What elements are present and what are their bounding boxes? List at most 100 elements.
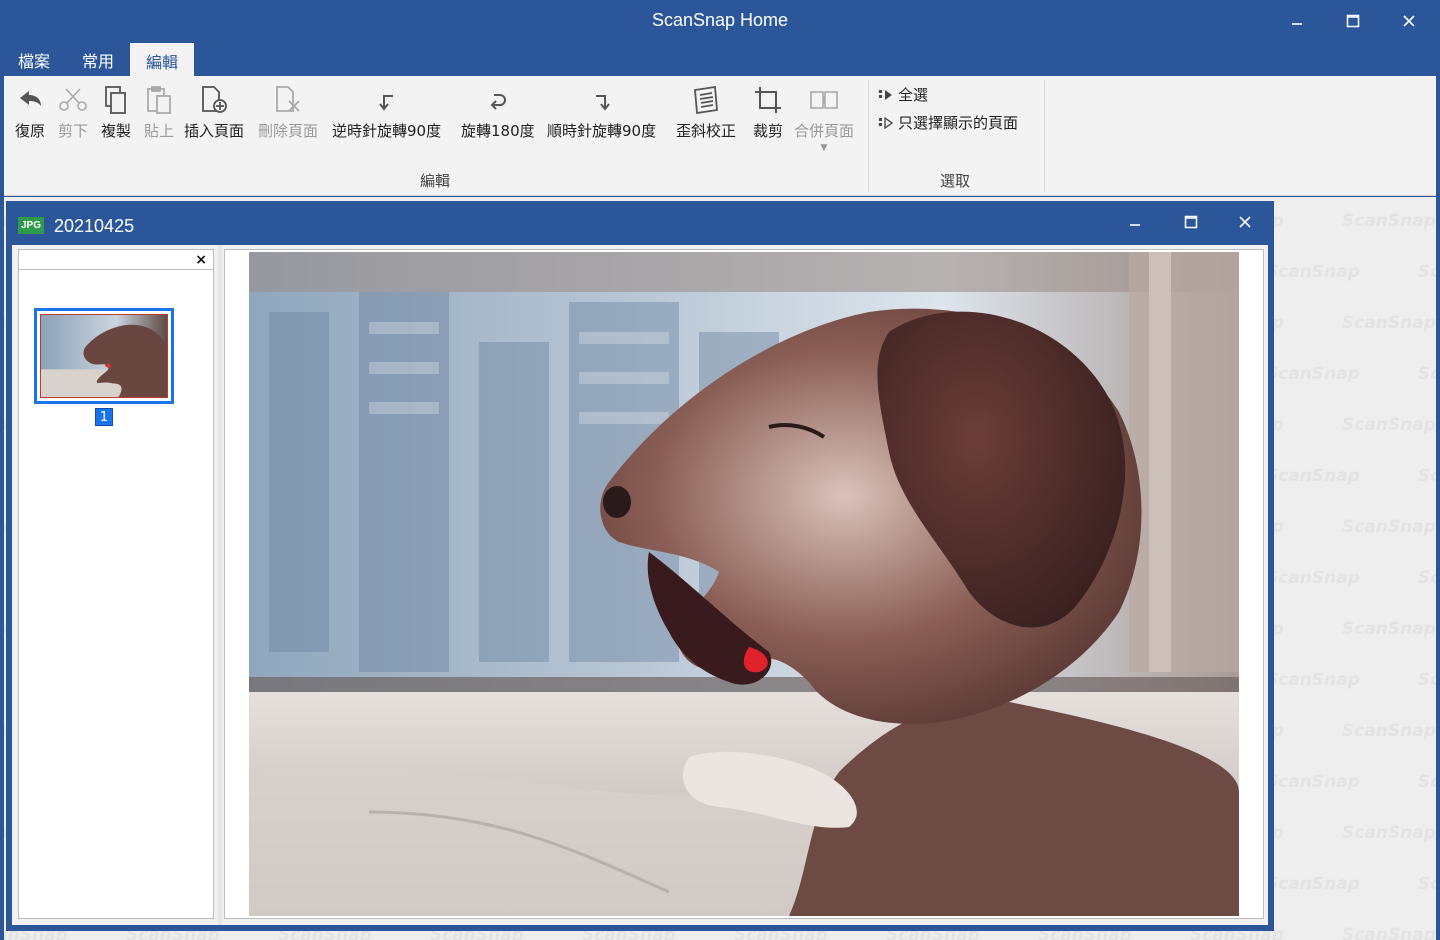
rotate-ccw-button[interactable]: 逆時針旋轉90度 <box>332 84 441 141</box>
delete-page-button[interactable]: 刪除頁面 <box>258 84 318 141</box>
crop-icon <box>755 87 781 113</box>
scanned-photo <box>249 252 1239 916</box>
delete-page-label: 刪除頁面 <box>258 122 319 140</box>
watermark-text: ScanSnap <box>1342 823 1436 843</box>
watermark-text: ScanSnap <box>1266 772 1360 792</box>
ribbon: 復原 剪下 複製 貼上 插入頁面 刪除頁面 逆時針旋轉90度 旋轉180度 順時… <box>4 76 1436 196</box>
crop-button[interactable]: 裁剪 <box>752 84 784 141</box>
select-all-label: 全選 <box>898 86 929 104</box>
scissors-icon <box>59 88 87 111</box>
copy-label: 複製 <box>100 122 131 140</box>
watermark-text: ScanSnap <box>1342 619 1436 639</box>
watermark-text: ScanSnap <box>1342 925 1436 940</box>
chevron-down-icon[interactable]: ▼ <box>821 143 828 153</box>
tab-edit[interactable]: 編輯 <box>130 42 195 76</box>
undo-button[interactable]: 復原 <box>14 84 46 141</box>
select-displayed-button[interactable]: 只選擇顯示的頁面 <box>878 112 1018 133</box>
viewer-close-button[interactable] <box>1222 205 1268 239</box>
rotate-180-label: 旋轉180度 <box>461 122 535 140</box>
rotate-180-icon <box>490 94 506 110</box>
merge-pages-icon <box>810 91 838 109</box>
app-titlebar: ScanSnap Home <box>0 0 1440 42</box>
viewer-maximize-button[interactable] <box>1168 205 1214 239</box>
pane-splitter[interactable] <box>218 245 222 925</box>
tab-home[interactable]: 常用 <box>66 42 130 76</box>
viewer-minimize-button[interactable] <box>1112 205 1158 239</box>
ribbon-tabs: 檔案 常用 編輯 <box>0 42 1440 76</box>
maximize-icon <box>1346 14 1360 28</box>
watermark-text: ScanSnap <box>1266 670 1360 690</box>
insert-page-icon <box>202 86 227 113</box>
undo-icon <box>20 91 41 106</box>
select-displayed-label: 只選擇顯示的頁面 <box>898 114 1019 132</box>
paste-label: 貼上 <box>143 122 174 140</box>
minimize-icon <box>1292 23 1302 25</box>
group-divider <box>1044 80 1045 192</box>
insert-page-button[interactable]: 插入頁面 <box>184 84 244 141</box>
deskew-label: 歪斜校正 <box>676 122 737 140</box>
rotate-cw-button[interactable]: 順時針旋轉90度 <box>547 84 656 141</box>
tab-file[interactable]: 檔案 <box>2 42 66 76</box>
watermark-text: ScanSnap <box>1342 313 1436 333</box>
watermark-text: ScanSnap <box>1266 364 1360 384</box>
thumbnail-pane: × 1 <box>18 249 214 919</box>
viewer-body: × 1 <box>12 245 1268 925</box>
watermark-text: ScanSnap <box>1418 466 1436 486</box>
undo-label: 復原 <box>14 122 45 140</box>
watermark-text: ScanSnap <box>1418 262 1436 282</box>
viewer-file-name: 20210425 <box>54 216 135 236</box>
maximize-button[interactable] <box>1330 4 1376 38</box>
insert-page-label: 插入頁面 <box>184 122 245 140</box>
rotate-cw-icon <box>595 95 610 111</box>
page-number-badge: 1 <box>95 408 113 426</box>
close-icon <box>1403 15 1415 27</box>
merge-pages-button[interactable]: 合併頁面 ▼ <box>794 84 854 153</box>
watermark-text: ScanSnap <box>1418 364 1436 384</box>
thumbnail-pane-header: × <box>19 250 213 270</box>
minimize-icon <box>1130 224 1140 226</box>
watermark-text: ScanSnap <box>1418 568 1436 588</box>
image-preview-pane <box>224 249 1264 919</box>
app-title: ScanSnap Home <box>651 10 789 30</box>
close-icon <box>1239 216 1251 228</box>
cut-button[interactable]: 剪下 <box>57 84 89 141</box>
watermark-text: ScanSnap <box>1266 874 1360 894</box>
close-button[interactable] <box>1386 4 1432 38</box>
thumbnail-image <box>40 314 168 398</box>
delete-page-icon <box>276 86 300 112</box>
rotate-180-button[interactable]: 旋轉180度 <box>461 84 535 141</box>
crop-label: 裁剪 <box>752 122 783 140</box>
deskew-icon <box>694 85 718 115</box>
deskew-button[interactable]: 歪斜校正 <box>676 84 736 141</box>
watermark-text: ScanSnap <box>1342 721 1436 741</box>
watermark-text: ScanSnap <box>1418 772 1436 792</box>
edit-group-label: 編輯 <box>420 172 451 190</box>
paste-icon <box>147 86 171 114</box>
watermark-text: ScanSnap <box>1266 568 1360 588</box>
copy-icon <box>105 86 126 114</box>
watermark-text: ScanSnap <box>1266 466 1360 486</box>
watermark-text: ScanSnap <box>1342 415 1436 435</box>
viewer-titlebar: JPG 20210425 <box>6 201 1274 245</box>
watermark-text: ScanSnap <box>1342 211 1436 231</box>
maximize-icon <box>1184 215 1198 229</box>
select-all-icon <box>879 89 892 100</box>
rotate-ccw-icon <box>378 95 393 111</box>
merge-pages-label: 合併頁面 <box>794 122 855 140</box>
minimize-button[interactable] <box>1274 4 1320 38</box>
watermark-text: ScanSnap <box>1418 670 1436 690</box>
image-viewer-window: JPG 20210425 × 1 <box>6 201 1274 931</box>
page-thumbnail[interactable] <box>34 308 174 404</box>
select-displayed-icon <box>879 116 894 129</box>
watermark-text: ScanSnap <box>1418 874 1436 894</box>
rotate-cw-label: 順時針旋轉90度 <box>547 122 657 140</box>
paste-button[interactable]: 貼上 <box>143 84 175 141</box>
watermark-text: ScanSnap <box>1266 262 1360 282</box>
jpg-file-icon: JPG <box>18 217 44 234</box>
select-all-button[interactable]: 全選 <box>878 84 928 105</box>
thumbnail-pane-close-button[interactable]: × <box>195 252 207 268</box>
copy-button[interactable]: 複製 <box>100 84 132 141</box>
select-group-label: 選取 <box>940 172 971 190</box>
cut-label: 剪下 <box>57 122 88 140</box>
watermark-text: ScanSnap <box>1342 517 1436 537</box>
